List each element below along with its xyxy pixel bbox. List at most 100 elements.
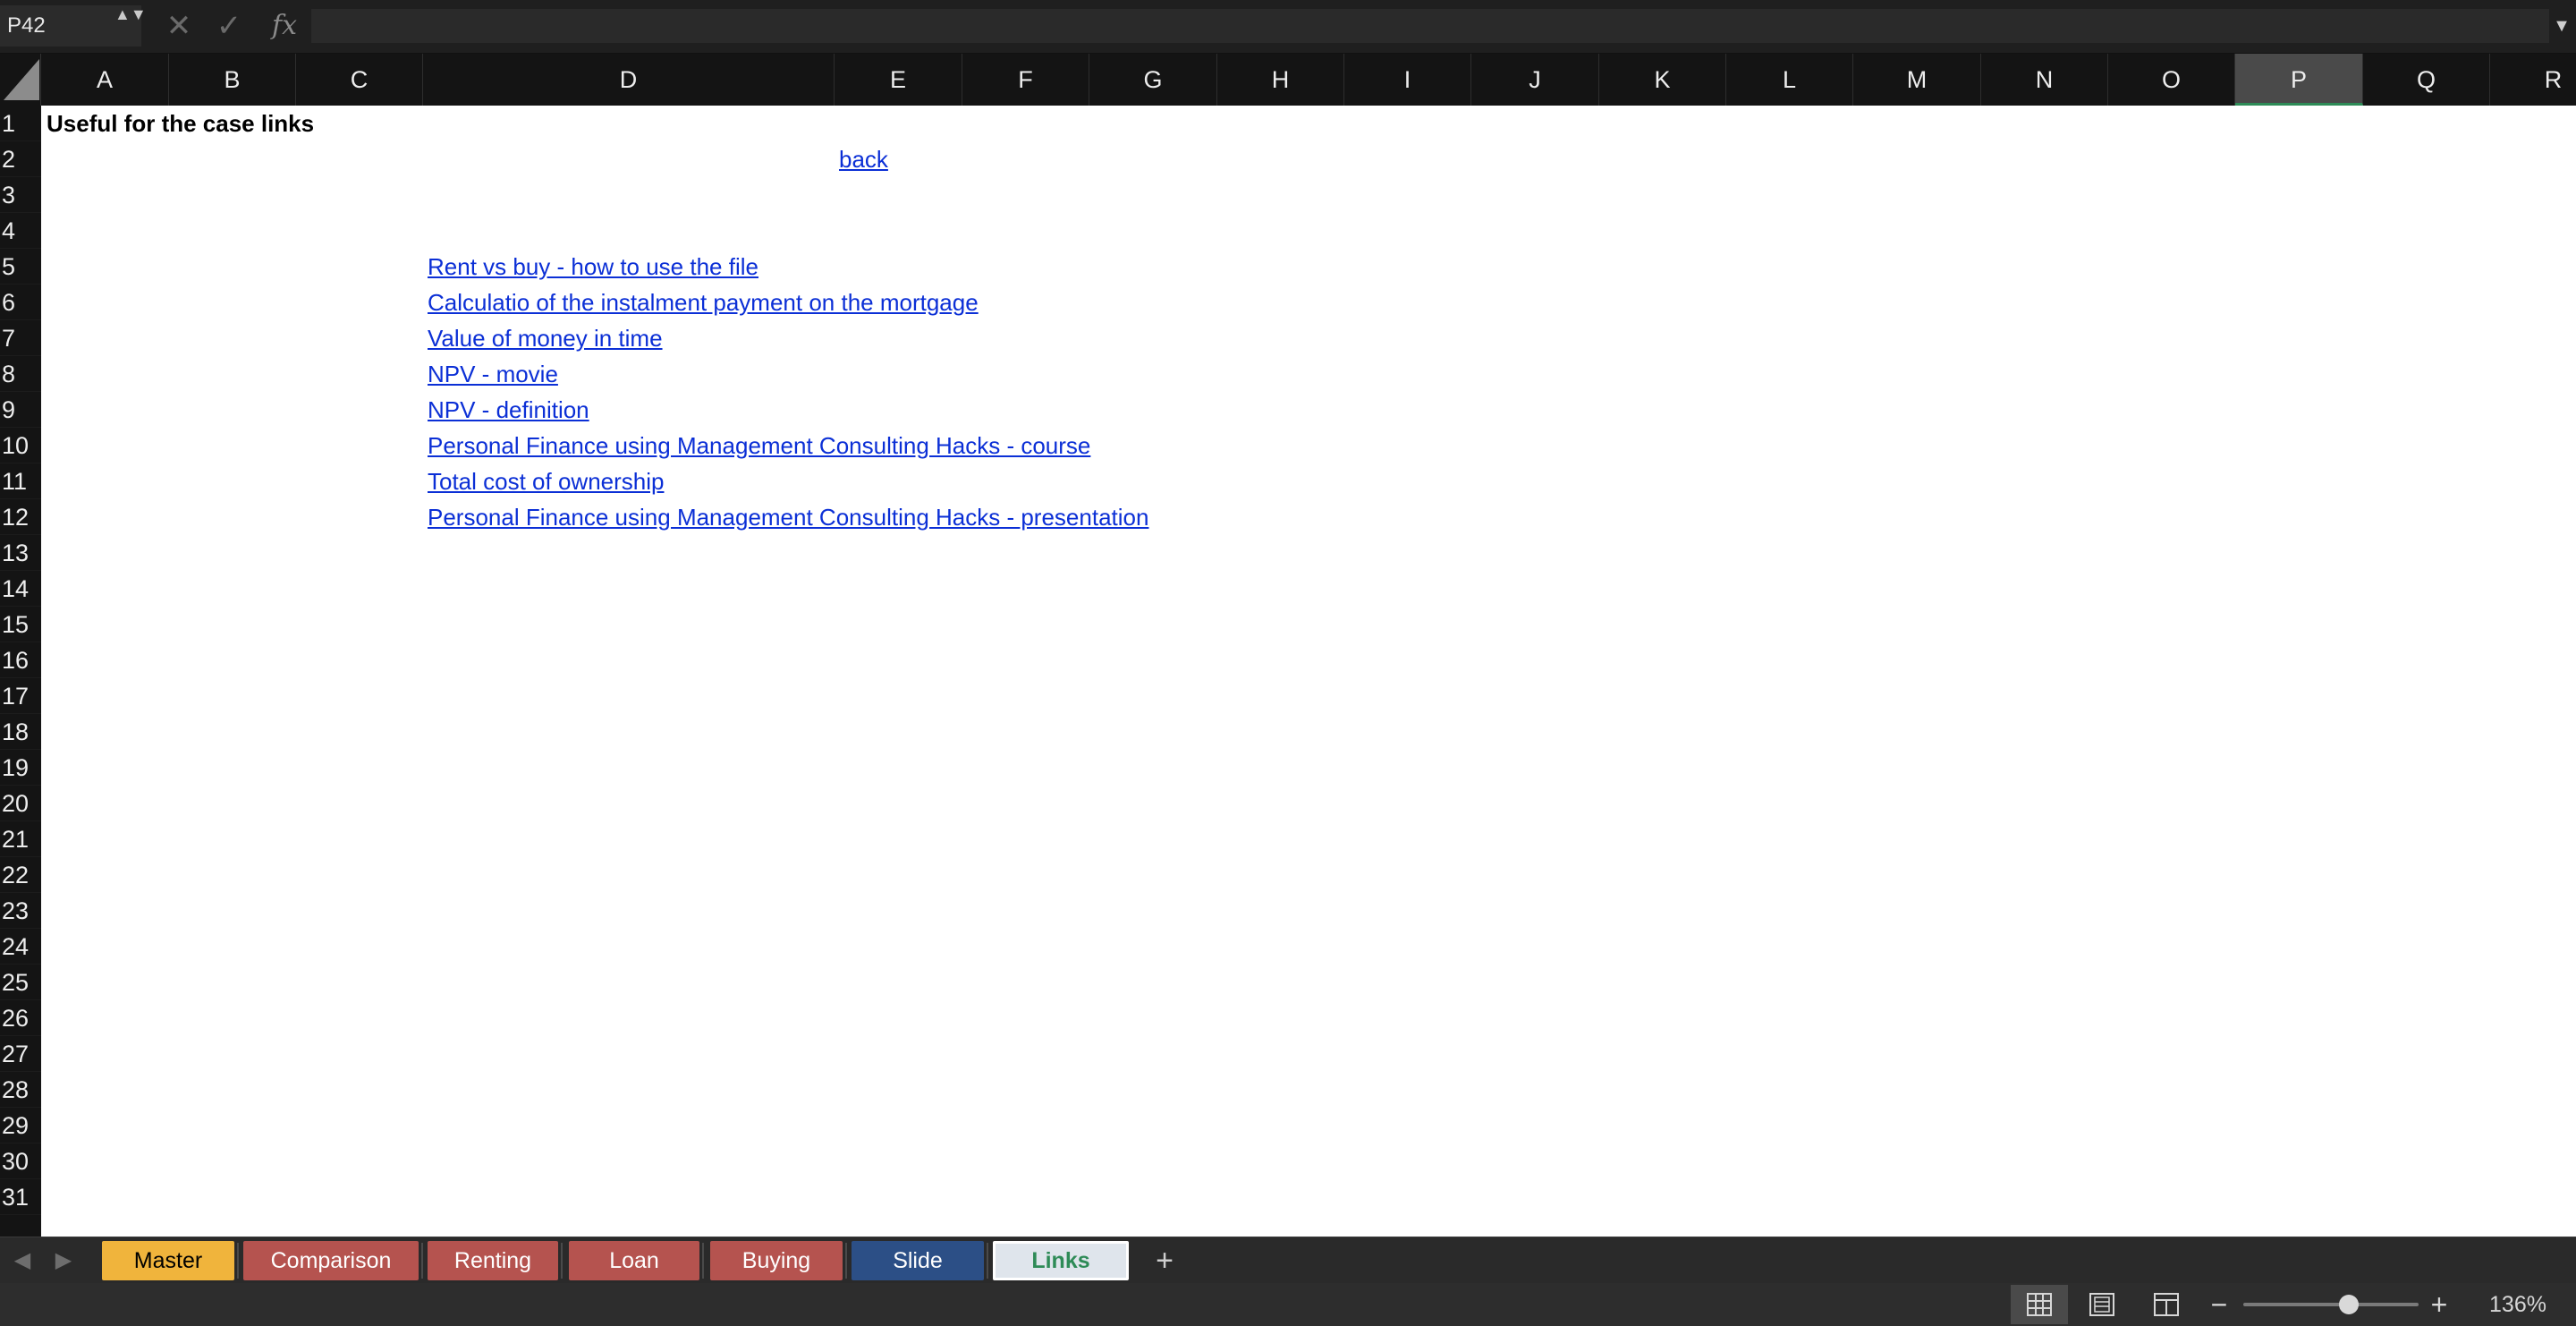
cell-A1[interactable]: Useful for the case links	[47, 106, 314, 141]
row-header-26[interactable]: 26	[0, 1000, 41, 1036]
row-header-12[interactable]: 12	[0, 499, 41, 535]
tab-separator	[237, 1243, 239, 1279]
zoom-slider[interactable]	[2243, 1303, 2419, 1306]
row-header-7[interactable]: 7	[0, 320, 41, 356]
cancel-icon[interactable]: ✕	[163, 7, 195, 45]
row-header-11[interactable]: 11	[0, 463, 41, 499]
tab-separator	[987, 1243, 988, 1279]
sheet-tab-buying[interactable]: Buying	[710, 1241, 843, 1280]
row-header-2[interactable]: 2	[0, 141, 41, 177]
select-all-button[interactable]	[0, 54, 41, 106]
sheet-tab-comparison[interactable]: Comparison	[243, 1241, 419, 1280]
link-instalment-calculation[interactable]: Calculatio of the instalment payment on …	[428, 285, 979, 320]
tab-separator	[561, 1243, 563, 1279]
link-total-cost-of-ownership[interactable]: Total cost of ownership	[428, 463, 664, 499]
row-header-28[interactable]: 28	[0, 1072, 41, 1108]
cell-area[interactable]: Useful for the case links back Rent vs b…	[41, 106, 2576, 1237]
column-header-a[interactable]: A	[41, 54, 169, 106]
enter-icon[interactable]: ✓	[213, 7, 245, 45]
normal-view-button[interactable]	[2011, 1285, 2068, 1324]
column-header-o[interactable]: O	[2108, 54, 2235, 106]
column-header-e[interactable]: E	[835, 54, 962, 106]
row-header-9[interactable]: 9	[0, 392, 41, 428]
column-header-n[interactable]: N	[1981, 54, 2108, 106]
link-personal-finance-presentation[interactable]: Personal Finance using Management Consul…	[428, 499, 1148, 535]
link-personal-finance-course[interactable]: Personal Finance using Management Consul…	[428, 428, 1090, 463]
row-header-27[interactable]: 27	[0, 1036, 41, 1072]
column-header-l[interactable]: L	[1726, 54, 1853, 106]
prev-sheet-icon[interactable]: ◀	[9, 1237, 36, 1284]
row-header-23[interactable]: 23	[0, 893, 41, 929]
next-sheet-icon[interactable]: ▶	[50, 1237, 77, 1284]
row-header-6[interactable]: 6	[0, 285, 41, 320]
zoom-out-button[interactable]: −	[2206, 1283, 2233, 1326]
tab-separator	[845, 1243, 847, 1279]
row-header-17[interactable]: 17	[0, 678, 41, 714]
formula-input[interactable]	[311, 9, 2549, 43]
row-header-4[interactable]: 4	[0, 213, 41, 249]
page-layout-view-button[interactable]	[2073, 1285, 2131, 1324]
column-header-f[interactable]: F	[962, 54, 1089, 106]
row-header-29[interactable]: 29	[0, 1108, 41, 1143]
column-header-m[interactable]: M	[1853, 54, 1981, 106]
row-header-3[interactable]: 3	[0, 177, 41, 213]
name-box-stepper-icon[interactable]: ▲▼	[114, 5, 147, 43]
column-header-j[interactable]: J	[1471, 54, 1599, 106]
row-header-24[interactable]: 24	[0, 929, 41, 965]
row-header-19[interactable]: 19	[0, 750, 41, 786]
zoom-level[interactable]: 136%	[2469, 1283, 2567, 1326]
column-header-row: ABCDEFGHIJKLMNOPQR	[0, 54, 2576, 106]
row-header-8[interactable]: 8	[0, 356, 41, 392]
row-header-25[interactable]: 25	[0, 965, 41, 1000]
row-header-21[interactable]: 21	[0, 821, 41, 857]
select-all-icon	[4, 59, 39, 100]
row-header-10[interactable]: 10	[0, 428, 41, 463]
row-header-1[interactable]: 1	[0, 106, 41, 141]
zoom-in-button[interactable]: +	[2426, 1283, 2453, 1326]
column-header-h[interactable]: H	[1217, 54, 1344, 106]
column-header-r[interactable]: R	[2490, 54, 2576, 106]
status-bar: − + 136%	[0, 1283, 2576, 1326]
column-header-c[interactable]: C	[296, 54, 423, 106]
sheet-tab-renting[interactable]: Renting	[428, 1241, 558, 1280]
row-header-22[interactable]: 22	[0, 857, 41, 893]
page-layout-icon	[2089, 1293, 2114, 1316]
row-header-18[interactable]: 18	[0, 714, 41, 750]
link-npv-movie[interactable]: NPV - movie	[428, 356, 558, 392]
column-header-k[interactable]: K	[1599, 54, 1726, 106]
column-header-i[interactable]: I	[1344, 54, 1471, 106]
link-rent-vs-buy[interactable]: Rent vs buy - how to use the file	[428, 249, 758, 285]
tab-separator	[421, 1243, 423, 1279]
column-header-g[interactable]: G	[1089, 54, 1217, 106]
column-header-d[interactable]: D	[423, 54, 835, 106]
sheet-tab-links[interactable]: Links	[993, 1241, 1129, 1280]
row-header-column: 1 2 3 4 5 6 7 8 9 10 11 12 13 14 15 16 17 18 19 20 21 22 23 24 2…	[0, 106, 41, 1237]
formula-bar: P42 ▲▼ ✕ ✓ fx ▼	[0, 0, 2576, 54]
sheet-tab-master[interactable]: Master	[102, 1241, 234, 1280]
column-header-q[interactable]: Q	[2363, 54, 2490, 106]
row-header-20[interactable]: 20	[0, 786, 41, 821]
sheet-tab-loan[interactable]: Loan	[569, 1241, 699, 1280]
column-header-p[interactable]: P	[2235, 54, 2363, 106]
column-header-b[interactable]: B	[169, 54, 296, 106]
row-header-5[interactable]: 5	[0, 249, 41, 285]
grid-view-icon	[2027, 1293, 2052, 1316]
page-break-view-button[interactable]	[2138, 1285, 2195, 1324]
zoom-slider-thumb[interactable]	[2338, 1295, 2359, 1314]
spreadsheet-grid: ABCDEFGHIJKLMNOPQR 1 2 3 4 5 6 7 8 9 10 11 12 13 14 15…	[0, 54, 2576, 1237]
row-header-14[interactable]: 14	[0, 571, 41, 607]
insert-function-icon[interactable]: fx	[267, 7, 302, 45]
expand-formula-bar-icon[interactable]: ▼	[2551, 9, 2572, 43]
row-header-31[interactable]: 31	[0, 1179, 41, 1215]
sheet-tab-slide[interactable]: Slide	[852, 1241, 984, 1280]
row-header-30[interactable]: 30	[0, 1143, 41, 1179]
row-header-15[interactable]: 15	[0, 607, 41, 642]
tab-separator	[702, 1243, 704, 1279]
link-npv-definition[interactable]: NPV - definition	[428, 392, 589, 428]
row-header-13[interactable]: 13	[0, 535, 41, 571]
link-back[interactable]: back	[839, 141, 888, 177]
link-value-of-money[interactable]: Value of money in time	[428, 320, 663, 356]
row-header-16[interactable]: 16	[0, 642, 41, 678]
add-sheet-button[interactable]: +	[1147, 1239, 1182, 1282]
page-break-icon	[2154, 1293, 2179, 1316]
